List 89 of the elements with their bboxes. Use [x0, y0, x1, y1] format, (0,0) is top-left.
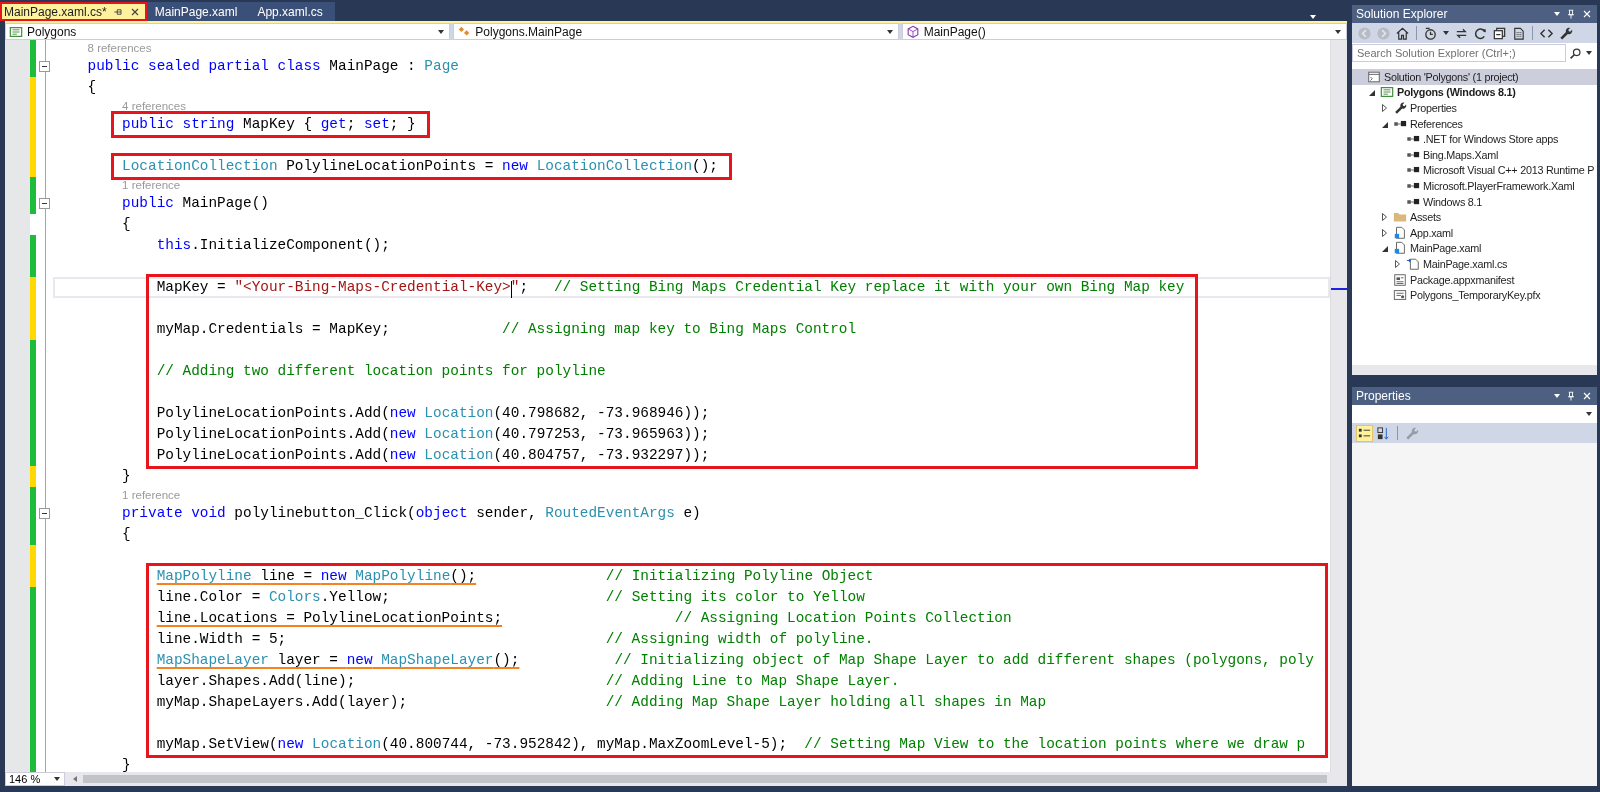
search-icon[interactable]: [1569, 46, 1582, 60]
collapse-icon[interactable]: [39, 198, 50, 209]
clock-icon[interactable]: [1423, 25, 1438, 41]
tree-item[interactable]: Windows 8.1: [1352, 193, 1597, 210]
code-line: PolylineLocationPoints.Add(new Location(40.798682, -73.968946));: [156, 405, 710, 421]
tree-item[interactable]: Package.appxmanifest: [1352, 271, 1597, 288]
code-line: // Adding two different location points for polyline: [156, 363, 606, 379]
code-line: line.Color = Colors.Yellow; // Setting its color to Yellow: [156, 589, 865, 605]
code-line: PolylineLocationPoints.Add(new Location(40.804757, -73.932297));: [156, 447, 710, 463]
dropdown-caret-icon[interactable]: [1334, 27, 1342, 36]
editor-tab[interactable]: MainPage.xaml.cs*: [0, 2, 147, 21]
tree-item[interactable]: References: [1352, 115, 1597, 132]
code-line: LocationCollection PolylineLocationPoints = new LocationCollection();: [122, 158, 718, 174]
refresh-icon[interactable]: [1473, 25, 1488, 41]
dropdown-caret-icon[interactable]: [437, 27, 446, 36]
code-line: MapPolyline line = new MapPolyline(); // Initializing Polyline Object: [156, 568, 874, 584]
wrench-icon[interactable]: [1558, 25, 1573, 41]
dropdown-caret-icon[interactable]: [1553, 10, 1561, 18]
editor-tab[interactable]: App.xaml.cs: [249, 2, 335, 21]
tree-item[interactable]: App.xaml: [1352, 224, 1597, 241]
code-line: PolylineLocationPoints.Add(new Location(40.797253, -73.965963));: [156, 426, 710, 442]
tree-item[interactable]: Polygons_TemporaryKey.pfx: [1352, 287, 1597, 303]
collapse-icon[interactable]: [39, 508, 50, 519]
tree-item[interactable]: Solution 'Polygons' (1 project): [1352, 69, 1597, 85]
tree-item[interactable]: Polygons (Windows 8.1): [1352, 84, 1597, 101]
navigation-dropdown[interactable]: MainPage(): [901, 23, 1347, 40]
pin-icon[interactable]: [1565, 390, 1577, 402]
close-icon[interactable]: [1581, 390, 1593, 402]
code-line: MapShapeLayer layer = new MapShapeLayer(); // Initializing object of Map Shape Layer to add different shapes (polygons, poly: [156, 652, 1314, 668]
code-line: public sealed partial class MainPage : Page: [87, 58, 459, 74]
panel-title: Solution Explorer: [1356, 7, 1449, 21]
tree-item[interactable]: Microsoft.PlayerFramework.Xaml: [1352, 178, 1597, 194]
tree-item[interactable]: Properties: [1352, 100, 1597, 116]
wrench-icon: [1393, 101, 1407, 115]
tree-item[interactable]: MainPage.xaml: [1352, 240, 1597, 257]
zoom-dropdown[interactable]: 146 %: [5, 772, 65, 786]
code-line: {: [122, 526, 131, 542]
sort-icon[interactable]: [1376, 425, 1391, 441]
horizontal-scrollbar[interactable]: [1352, 365, 1597, 375]
dropdown-caret-icon[interactable]: [885, 27, 894, 36]
pin-icon[interactable]: [1565, 8, 1577, 20]
panel-title: Properties: [1356, 389, 1412, 403]
code-editor[interactable]: [5, 40, 1330, 772]
code-line: }: [122, 757, 131, 772]
code-file-icon: [1406, 256, 1420, 271]
tree-item[interactable]: Bing.Maps.Xaml: [1352, 146, 1597, 163]
code-line: {: [122, 216, 131, 232]
solution-icon: [1367, 69, 1381, 84]
close-icon[interactable]: [1581, 8, 1593, 20]
cube-icon: [905, 24, 920, 39]
dropdown-caret-icon[interactable]: [53, 775, 61, 783]
code-line: line.Locations = PolylineLocationPoints; // Assigning Location Points Collection: [156, 610, 1012, 626]
navigation-dropdown[interactable]: Polygons: [5, 23, 451, 40]
code-line: private void polylinebutton_Click(object sender, RoutedEventArgs e): [122, 505, 701, 521]
collapse-icon[interactable]: [39, 61, 50, 72]
tree-item[interactable]: .NET for Windows Store apps: [1352, 131, 1597, 147]
code-line: myMap.Credentials = MapKey; // Assigning map key to Bing Maps Control: [156, 321, 857, 337]
navigation-dropdown[interactable]: Polygons.MainPage: [453, 23, 899, 40]
code-line: layer.Shapes.Add(line); // Adding Line to Map Shape Layer.: [156, 673, 900, 689]
xaml-file-icon: [1393, 241, 1407, 256]
certificate-icon: [1393, 288, 1407, 303]
editor-tab[interactable]: MainPage.xaml: [146, 2, 250, 21]
code-line: line.Width = 5; // Assigning width of polyline.: [156, 631, 874, 647]
home-icon[interactable]: [1395, 25, 1410, 41]
code-line: myMap.ShapeLayers.Add(layer); // Adding Map Shape Layer holding all shapes in Map: [156, 694, 1047, 710]
manifest-icon: [1393, 272, 1407, 287]
code-line: {: [87, 79, 97, 95]
dropdown-caret-icon[interactable]: [1553, 392, 1561, 400]
tree-item[interactable]: Microsoft Visual C++ 2013 Runtime P: [1352, 162, 1597, 179]
documents-icon[interactable]: [1511, 25, 1526, 41]
search-field[interactable]: Search Solution Explorer (Ctrl+;): [1352, 44, 1566, 62]
xaml-file-icon: [1393, 225, 1407, 240]
project-icon: [1380, 85, 1394, 100]
code-line: MapKey = "<Your-Bing-Maps-Credential-Key>"; // Setting Bing Maps Credential Key replace it with your own Bing Map key: [156, 279, 1185, 295]
vertical-scrollbar[interactable]: [1330, 40, 1347, 772]
code-line: }: [122, 468, 131, 484]
code-line: public string MapKey { get; set; }: [122, 116, 416, 132]
code-line: this.InitializeComponent();: [156, 237, 390, 253]
tree-item[interactable]: MainPage.xaml.cs: [1352, 256, 1597, 272]
tree-item[interactable]: Assets: [1352, 209, 1597, 225]
dropdown-caret-icon[interactable]: [1585, 49, 1593, 57]
dropdown-caret-icon[interactable]: [1585, 410, 1593, 418]
scroll-left-arrow-icon[interactable]: [71, 774, 79, 784]
code-line: myMap.SetView(new Location(40.800744, -73.952842), myMap.MaxZoomLevel-5); // Setting Map View to the location points where we draw p: [156, 736, 1306, 752]
dropdown-caret-icon[interactable]: [1442, 29, 1450, 37]
project-icon: [9, 24, 23, 39]
code-line: public MainPage(): [122, 195, 269, 211]
categorized-icon[interactable]: [1357, 425, 1372, 441]
collapse-all-icon[interactable]: [1492, 25, 1507, 41]
